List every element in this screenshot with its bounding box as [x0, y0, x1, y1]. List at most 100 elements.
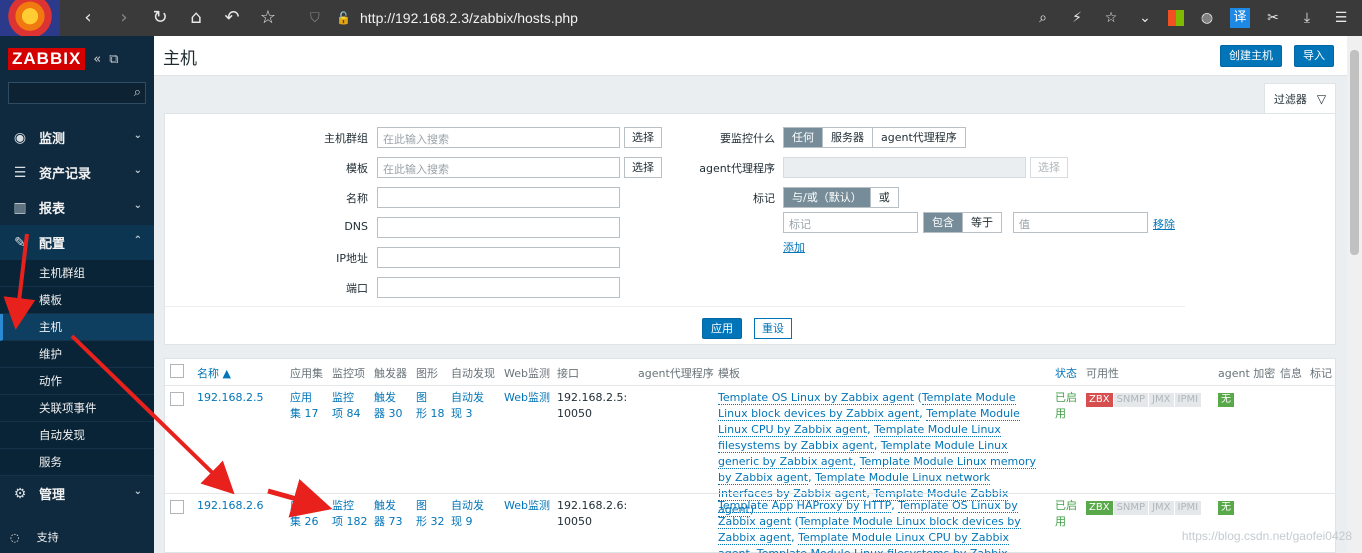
forward-icon[interactable]: › — [106, 0, 142, 36]
host-group-select-button[interactable]: 选择 — [624, 127, 662, 148]
reload-icon[interactable]: ↻ — [142, 0, 178, 36]
menu-item-reports[interactable]: ▥ 报表 ⌄ — [0, 190, 154, 225]
applications-link[interactable]: 应用集 26 — [290, 498, 326, 530]
flash-icon[interactable]: ⚡ — [1066, 10, 1088, 26]
tag-remove-link[interactable]: 移除 — [1153, 216, 1175, 232]
templates-list[interactable]: Template App HAProxy by HTTP, Template O… — [718, 498, 1043, 553]
menu-item-configuration[interactable]: ✎ 配置 ⌃ — [0, 225, 154, 260]
undo-icon[interactable]: ↶ — [214, 0, 250, 36]
triggers-link[interactable]: 触发器 30 — [374, 390, 410, 422]
filter-tab[interactable]: 过滤器 ▽ — [1264, 83, 1336, 113]
menu-icon[interactable]: ☰ — [1330, 10, 1352, 26]
filter-tab-label: 过滤器 — [1273, 92, 1307, 106]
submenu-templates[interactable]: 模板 — [0, 287, 154, 314]
scissors-icon[interactable]: ✂ — [1262, 10, 1284, 26]
tag-add-link[interactable]: 添加 — [783, 239, 805, 255]
browser-logo-icon — [0, 0, 60, 36]
windows-icon[interactable] — [1168, 10, 1184, 26]
menu-item-inventory[interactable]: ☰ 资产记录 ⌄ — [0, 155, 154, 190]
sidebar-search-input[interactable]: ⌕ — [8, 82, 146, 104]
monitored-by-label: 要监控什么 — [720, 132, 775, 145]
graphs-link[interactable]: 图形 18 — [416, 390, 448, 422]
template-separator: , — [873, 439, 881, 452]
tags-and-or-option[interactable]: 与/或（默认） — [784, 188, 871, 207]
back-icon[interactable]: ‹ — [70, 0, 106, 36]
download-icon[interactable]: ⤓ — [1296, 10, 1318, 26]
zabbix-logo[interactable]: ZABBIX — [8, 48, 86, 70]
host-group-input[interactable]: 在此输入搜索 — [377, 127, 620, 148]
scrollbar-thumb[interactable] — [1350, 50, 1359, 255]
submenu-correlation[interactable]: 关联项事件 — [0, 395, 154, 422]
template-link[interactable]: Template App HAProxy by HTTP — [718, 499, 892, 513]
host-name-link[interactable]: 192.168.2.5 — [197, 390, 263, 406]
triggers-link[interactable]: 触发器 73 — [374, 498, 410, 530]
items-link[interactable]: 监控项 182 — [332, 498, 370, 530]
chevron-down-icon: ⌄ — [133, 130, 142, 141]
import-button[interactable]: 导入 — [1294, 45, 1334, 67]
chevron-down-icon: ⌄ — [133, 165, 142, 176]
address-bar[interactable]: ⛉ 🔓 http://192.168.2.3/zabbix/hosts.php — [300, 4, 1140, 32]
status-enabled-link[interactable]: 已启用 — [1055, 390, 1083, 422]
menu-item-monitoring[interactable]: ◉ 监测 ⌄ — [0, 120, 154, 155]
monitored-any-option[interactable]: 任何 — [784, 128, 823, 147]
submenu-hosts[interactable]: 主机 — [0, 314, 154, 341]
column-status[interactable]: 状态 — [1055, 365, 1077, 381]
template-link[interactable]: Template OS Linux by Zabbix agent — [718, 391, 915, 405]
select-all-checkbox[interactable] — [170, 364, 184, 378]
bookmark-star-icon[interactable]: ☆ — [1100, 10, 1122, 26]
tags-or-option[interactable]: 或 — [870, 188, 898, 207]
tag-equals-option[interactable]: 等于 — [963, 213, 1001, 232]
star-icon[interactable]: ☆ — [250, 0, 286, 36]
search-icon[interactable]: ⌕ — [134, 85, 141, 100]
submenu-host-groups[interactable]: 主机群组 — [0, 260, 154, 287]
page-scrollbar[interactable] — [1347, 36, 1362, 553]
status-enabled-link[interactable]: 已启用 — [1055, 498, 1083, 530]
column-templates: 模板 — [718, 367, 740, 380]
column-graphs: 图形 — [416, 367, 438, 380]
applications-text-b: 集 26 — [290, 515, 319, 528]
tag-value-input[interactable]: 值 — [1013, 212, 1148, 233]
applications-link[interactable]: 应用集 17 — [290, 390, 326, 422]
dns-input[interactable] — [377, 217, 620, 238]
tag-contains-option[interactable]: 包含 — [924, 213, 963, 232]
eye-icon: ◉ — [13, 129, 27, 146]
monitored-server-option[interactable]: 服务器 — [823, 128, 873, 147]
submenu-maintenance[interactable]: 维护 — [0, 341, 154, 368]
ip-input[interactable] — [377, 247, 620, 268]
kiosk-icon[interactable]: ⧉ — [109, 52, 118, 67]
apply-button[interactable]: 应用 — [702, 318, 742, 339]
support-link[interactable]: ◌ 支持 — [0, 529, 59, 545]
collapse-icon[interactable]: « — [93, 52, 101, 67]
home-icon[interactable]: ⌂ — [178, 0, 214, 36]
reset-button[interactable]: 重设 — [754, 318, 792, 339]
template-select-button[interactable]: 选择 — [624, 157, 662, 178]
web-link[interactable]: Web监测 — [504, 390, 550, 406]
items-link[interactable]: 监控项 84 — [332, 390, 370, 422]
create-host-button[interactable]: 创建主机 — [1220, 45, 1282, 67]
submenu-services[interactable]: 服务 — [0, 449, 154, 476]
column-name[interactable]: 名称 ▲ — [197, 365, 231, 381]
template-input[interactable]: 在此输入搜索 — [377, 157, 620, 178]
zoom-icon[interactable]: ⌕ — [1032, 10, 1054, 26]
discovery-link[interactable]: 自动发现 9 — [451, 498, 499, 530]
chevron-up-icon: ⌃ — [133, 235, 142, 246]
chevron-down-icon[interactable]: ⌄ — [1134, 10, 1156, 26]
status-text-b: 用 — [1055, 515, 1066, 528]
web-link[interactable]: Web监测 — [504, 498, 550, 514]
name-input[interactable] — [377, 187, 620, 208]
menu-item-administration[interactable]: ⚙ 管理 ⌄ — [0, 476, 154, 511]
host-name-link[interactable]: 192.168.2.6 — [197, 498, 263, 514]
discovery-text-b: 现 3 — [451, 407, 473, 420]
globe-icon[interactable]: ◍ — [1196, 10, 1218, 26]
row-checkbox[interactable] — [170, 392, 184, 406]
port-input[interactable] — [377, 277, 620, 298]
submenu-discovery[interactable]: 自动发现 — [0, 422, 154, 449]
tag-name-input[interactable]: 标记 — [783, 212, 918, 233]
monitored-proxy-option[interactable]: agent代理程序 — [873, 128, 965, 147]
submenu-actions[interactable]: 动作 — [0, 368, 154, 395]
template-link[interactable]: Template Module Linux filesystems by Zab… — [718, 547, 1008, 553]
discovery-link[interactable]: 自动发现 3 — [451, 390, 499, 422]
row-checkbox[interactable] — [170, 500, 184, 514]
translate-icon[interactable]: 译 — [1230, 8, 1250, 28]
graphs-link[interactable]: 图形 32 — [416, 498, 448, 530]
